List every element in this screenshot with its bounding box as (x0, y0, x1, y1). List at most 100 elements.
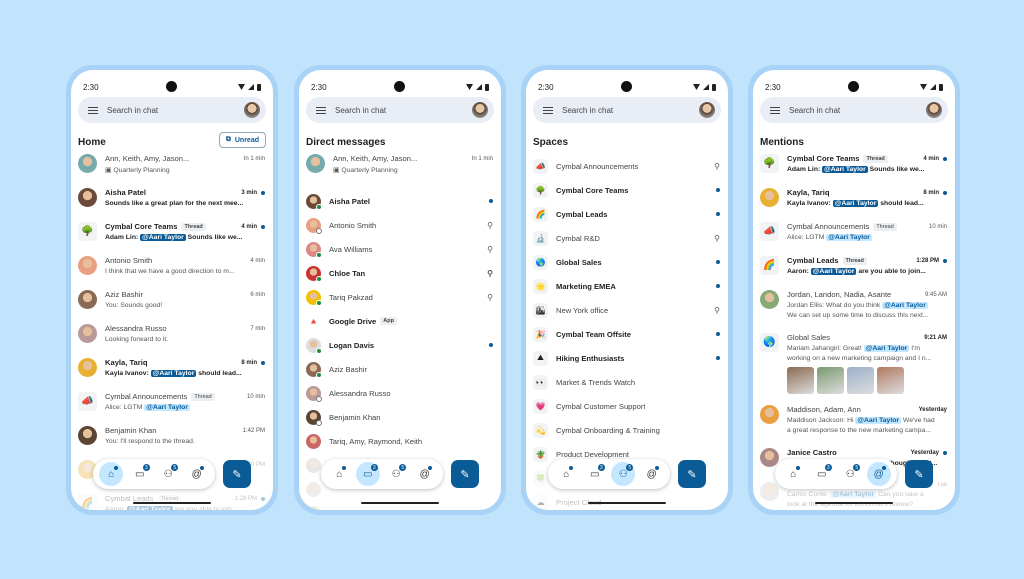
new-chat-button[interactable]: ✎ (678, 460, 706, 488)
list-item[interactable]: 💫 Cymbal Onboarding & Training (526, 418, 728, 442)
list-item[interactable]: 💗 Cymbal Customer Support (526, 394, 728, 418)
list-item[interactable]: Aziz Bashir (299, 357, 501, 381)
list-item[interactable]: 🌎 Global Sales (526, 250, 728, 274)
list-item[interactable]: 🏙 New York office ⚲ (526, 298, 728, 322)
notification-pin-icon[interactable]: ⚲ (487, 269, 493, 278)
list-item[interactable]: Ann, Keith, Amy, Jason... In 1 min ▣ Quart… (71, 154, 273, 188)
search-bar[interactable]: Search in chat (306, 97, 494, 123)
nav-spaces[interactable]: ⚇ 5 (156, 462, 180, 486)
list-item[interactable]: Chloe Tan ⚲ (299, 261, 501, 285)
mention-chip[interactable]: @Aari Taylor (855, 417, 902, 424)
list-item[interactable]: ⛰ Hiking Enthusiasts (526, 346, 728, 370)
new-chat-button[interactable]: ✎ (223, 460, 251, 488)
list-item[interactable]: 📣 Cymbal Announcements Thread 10 min Alice: … (753, 222, 955, 256)
notification-pin-icon[interactable]: ⚲ (487, 245, 493, 254)
nav-chat[interactable]: ▭ 3 (355, 462, 380, 486)
list-item[interactable]: Aisha Patel 3 min Sounds like a great plan… (71, 188, 273, 222)
nav-spaces[interactable]: ⚇ 5 (611, 462, 636, 486)
list-item[interactable]: Benjamin Khan 1:42 PM You: I'll respond to… (71, 426, 273, 460)
list-item[interactable]: 🌟 Marketing EMEA (526, 274, 728, 298)
mention-chip[interactable]: @Aari Taylor (832, 200, 879, 207)
list-item[interactable]: Tariq Pakzad ⚲ (299, 285, 501, 309)
nav-mention[interactable]: @ (413, 462, 437, 486)
search-placeholder[interactable]: Search in chat (789, 106, 926, 115)
list-item[interactable]: Ann, Keith, Amy, Jason... In 1 min ▣ Quart… (299, 154, 501, 189)
list-item[interactable]: 🌈 Cymbal Leads Thread 1:28 PM Aaron: @Aari T… (753, 256, 955, 290)
mention-chip[interactable]: @Aari Taylor (830, 491, 877, 498)
list-item[interactable]: Benjamin Khan (299, 405, 501, 429)
menu-icon[interactable] (770, 106, 780, 114)
nav-home[interactable]: ⌂ (554, 462, 578, 486)
new-chat-button[interactable]: ✎ (905, 460, 933, 488)
mention-chip[interactable]: @Aari Taylor (150, 370, 197, 377)
notification-pin-icon[interactable]: ⚲ (714, 162, 720, 171)
list-item[interactable]: Logan Davis (299, 333, 501, 357)
list-item[interactable]: Alessandra Russo 7 min Looking forward to … (71, 324, 273, 358)
list-item[interactable]: Kayla, Tariq 8 min Kayla Ivanov: @Aari Tay… (753, 188, 955, 222)
account-avatar[interactable] (926, 102, 942, 118)
search-bar[interactable]: Search in chat (78, 97, 266, 123)
nav-home[interactable]: ⌂ (781, 462, 805, 486)
list-item[interactable]: 📣 Cymbal Announcements Thread 10 min Alice: … (71, 392, 273, 426)
notification-pin-icon[interactable]: ⚲ (714, 234, 720, 243)
list-item[interactable]: Jordan, Landon, Nadia, Asante 9:45 AM Jord… (753, 290, 955, 333)
nav-chat[interactable]: ▭ 3 (128, 462, 152, 486)
list-item[interactable]: Ava Williams ⚲ (299, 237, 501, 261)
search-placeholder[interactable]: Search in chat (107, 106, 244, 115)
search-bar[interactable]: Search in chat (533, 97, 721, 123)
list-item[interactable]: 🌳 Cymbal Core Teams Thread 4 min Adam Lin: @… (753, 154, 955, 188)
notification-pin-icon[interactable]: ⚲ (714, 306, 720, 315)
list-item[interactable]: Aisha Patel (299, 189, 501, 213)
list-item[interactable]: Antonio Smith 4 min I think that we have a… (71, 256, 273, 290)
mention-chip[interactable]: @Aari Taylor (810, 268, 857, 275)
list-item[interactable]: 🌈 Cymbal Leads (526, 202, 728, 226)
unread-filter-button[interactable]: ⧉ Unread (218, 132, 266, 148)
nav-spaces[interactable]: ⚇ 5 (384, 462, 408, 486)
new-chat-button[interactable]: ✎ (451, 460, 479, 488)
mention-chip[interactable]: @Aari Taylor (140, 234, 186, 241)
nav-chat[interactable]: ▭ 3 (810, 462, 834, 486)
list-item[interactable]: 📣 Cymbal Announcements ⚲ (526, 154, 728, 178)
image-thumbnail[interactable] (847, 367, 874, 394)
image-thumbnail[interactable] (817, 367, 844, 394)
search-placeholder[interactable]: Search in chat (335, 106, 472, 115)
list-item[interactable]: Alessandra Russo (299, 381, 501, 405)
account-avatar[interactable] (472, 102, 488, 118)
list-item[interactable]: Kayla, Tariq 8 min Kayla Ivanov: @Aari Tay… (71, 358, 273, 392)
nav-mention[interactable]: @ (185, 462, 209, 486)
menu-icon[interactable] (543, 106, 553, 114)
list-item[interactable]: 🎉 Cymbal Team Offsite (526, 322, 728, 346)
nav-home[interactable]: ⌂ (327, 462, 351, 486)
list-item[interactable]: 🌳 Cymbal Core Teams (526, 178, 728, 202)
nav-spaces[interactable]: ⚇ 5 (838, 462, 862, 486)
nav-chat[interactable]: ▭ 3 (583, 462, 607, 486)
list-item[interactable]: 🔬 Cymbal R&D ⚲ (526, 226, 728, 250)
nav-home[interactable]: ⌂ (99, 462, 124, 486)
list-item[interactable]: ☁ Project Cloud (526, 490, 728, 510)
notification-pin-icon[interactable]: ⚲ (487, 221, 493, 230)
list-item[interactable]: Tariq, Amy, Raymond, Keith (299, 429, 501, 453)
list-item[interactable]: 🌳 Cymbal Core Teams Thread 4 min Adam Lin: @… (71, 222, 273, 256)
list-item[interactable]: 🔺 Google Drive App (299, 309, 501, 333)
menu-icon[interactable] (316, 106, 326, 114)
search-bar[interactable]: Search in chat (760, 97, 948, 123)
nav-mention[interactable]: @ (640, 462, 664, 486)
account-avatar[interactable] (699, 102, 715, 118)
image-thumbnail[interactable] (787, 367, 814, 394)
mention-chip[interactable]: @Aari Taylor (822, 166, 868, 173)
mention-chip[interactable]: @Aari Taylor (826, 234, 872, 241)
list-item[interactable]: 🌎 Global Sales 9:21 AM Mariam Jahangiri: Gr… (753, 333, 955, 405)
account-avatar[interactable] (244, 102, 260, 118)
mention-chip[interactable]: @Aari Taylor (882, 302, 928, 309)
mention-chip[interactable]: @Aari Taylor (126, 506, 173, 510)
image-thumbnail[interactable] (877, 367, 904, 394)
mention-chip[interactable]: @Aari Taylor (144, 404, 190, 411)
list-item[interactable]: Aziz Bashir 6 min You: Sounds good! (71, 290, 273, 324)
list-item[interactable]: 👀 Market & Trends Watch (526, 370, 728, 394)
list-item[interactable]: Maddison, Adam, Ann Yesterday Maddison Jac… (753, 405, 955, 448)
nav-mention[interactable]: @ (866, 462, 891, 486)
menu-icon[interactable] (88, 106, 98, 114)
notification-pin-icon[interactable]: ⚲ (487, 293, 493, 302)
search-placeholder[interactable]: Search in chat (562, 106, 699, 115)
list-item[interactable]: Antonio Smith ⚲ (299, 213, 501, 237)
